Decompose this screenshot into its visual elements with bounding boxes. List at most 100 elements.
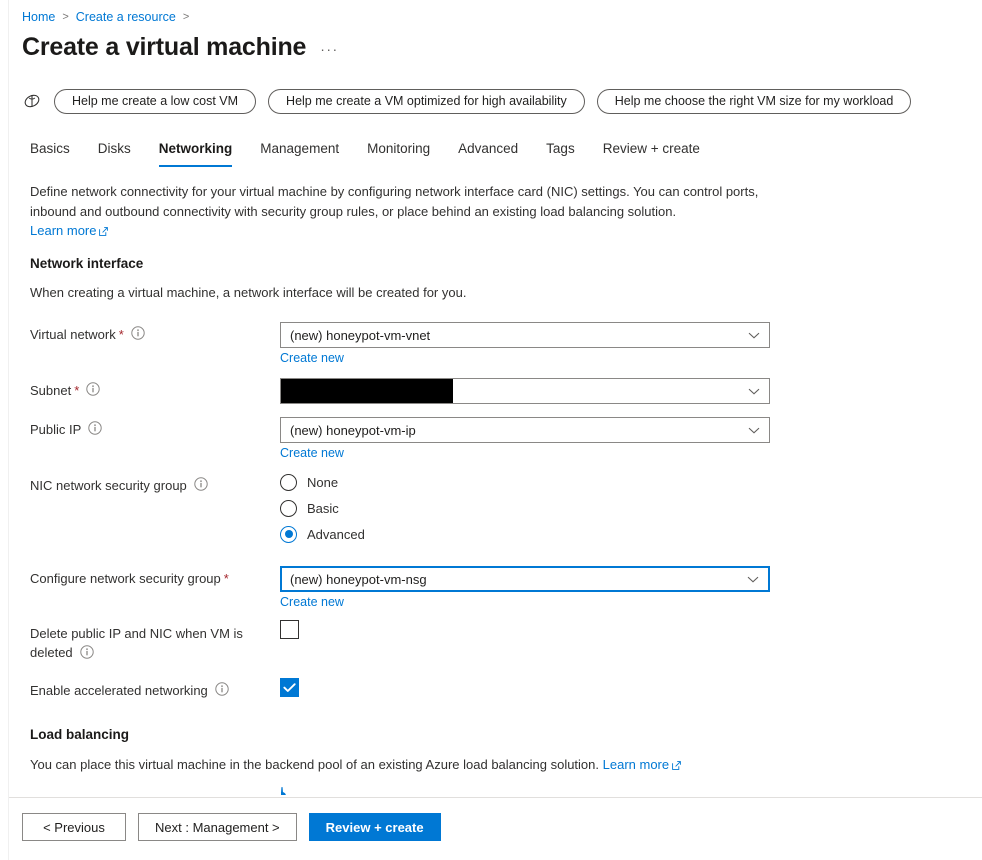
footer-divider <box>9 797 982 798</box>
radio-option-advanced[interactable]: Advanced <box>280 525 775 543</box>
required-asterisk: * <box>74 383 80 398</box>
external-link-icon <box>672 756 681 775</box>
tab-advanced[interactable]: Advanced <box>444 140 532 167</box>
info-icon[interactable] <box>86 382 100 401</box>
field-row-configure-nsg: Configure network security group * (new) … <box>30 566 775 611</box>
create-new-public-ip-link[interactable]: Create new <box>280 446 344 460</box>
radio-button-partially-visible[interactable] <box>281 787 283 795</box>
networking-description: Define network connectivity for your vir… <box>30 182 775 242</box>
nic-nsg-radio-group: None Basic Advanced <box>280 473 775 543</box>
label-configure-network-security-group: Configure network security group * <box>30 566 280 588</box>
create-new-nsg-link[interactable]: Create new <box>280 595 344 609</box>
virtual-network-dropdown[interactable]: (new) honeypot-vm-vnet <box>280 322 770 348</box>
control-nic-nsg: None Basic Advanced <box>280 473 775 543</box>
copilot-pill-low-cost-vm[interactable]: Help me create a low cost VM <box>54 88 257 114</box>
page-header: Create a virtual machine ··· <box>22 32 339 62</box>
tab-disks[interactable]: Disks <box>84 140 145 167</box>
tab-basics[interactable]: Basics <box>22 140 84 167</box>
tab-management[interactable]: Management <box>246 140 353 167</box>
info-icon[interactable] <box>88 421 103 440</box>
radio-label-none: None <box>307 474 339 490</box>
tab-monitoring[interactable]: Monitoring <box>353 140 444 167</box>
section-subtext-load-balancing: You can place this virtual machine in th… <box>30 755 770 775</box>
label-text: Enable accelerated networking <box>30 683 208 698</box>
configure-nsg-dropdown[interactable]: (new) honeypot-vm-nsg <box>280 566 770 592</box>
redaction-bar <box>281 379 453 403</box>
chevron-down-icon <box>748 384 760 399</box>
label-public-ip: Public IP <box>30 417 280 440</box>
public-ip-value: (new) honeypot-vm-ip <box>290 422 416 438</box>
section-heading-network-interface: Network interface <box>30 256 144 271</box>
label-virtual-network: Virtual network * <box>30 322 280 345</box>
label-text: Subnet <box>30 383 72 398</box>
tab-tags[interactable]: Tags <box>532 140 589 167</box>
tab-review-create[interactable]: Review + create <box>589 140 714 167</box>
control-accelerated-networking <box>280 678 775 697</box>
radio-label-advanced: Advanced <box>307 526 365 542</box>
label-nic-network-security-group: NIC network security group <box>30 473 280 496</box>
required-asterisk: * <box>223 571 229 586</box>
section-heading-load-balancing: Load balancing <box>30 727 130 742</box>
control-subnet <box>280 378 775 404</box>
label-enable-accelerated-networking: Enable accelerated networking <box>30 678 280 701</box>
field-row-nic-nsg: NIC network security group None Basic Ad… <box>30 473 775 543</box>
page-title: Create a virtual machine <box>22 33 307 61</box>
previous-button[interactable]: < Previous <box>22 813 126 841</box>
label-text: Virtual network <box>30 327 116 342</box>
control-public-ip: (new) honeypot-vm-ip Create new <box>280 417 775 462</box>
label-text-line-1: Delete public IP and NIC when VM is <box>30 626 243 641</box>
copilot-pill-vm-size[interactable]: Help me choose the right VM size for my … <box>596 88 912 114</box>
label-text: Public IP <box>30 422 82 437</box>
create-new-virtual-network-link[interactable]: Create new <box>280 351 344 365</box>
field-row-public-ip: Public IP (new) honeypot-vm-ip Create ne… <box>30 417 775 462</box>
learn-more-link-load-balancing[interactable]: Learn more <box>603 757 681 772</box>
info-icon[interactable] <box>79 645 94 664</box>
accelerated-networking-checkbox[interactable] <box>280 678 299 697</box>
breadcrumb-item-home[interactable]: Home <box>22 9 55 25</box>
info-icon[interactable] <box>194 477 208 496</box>
learn-more-label: Learn more <box>30 223 97 238</box>
external-link-icon <box>99 222 109 242</box>
radio-label-basic: Basic <box>307 500 339 516</box>
description-line-1: Define network connectivity for your vir… <box>30 184 759 199</box>
label-text: Configure network security group <box>30 571 221 586</box>
label-delete-public-ip-and-nic: Delete public IP and NIC when VM is dele… <box>30 620 280 664</box>
description-line-2: inbound and outbound connectivity with s… <box>30 203 677 219</box>
info-icon[interactable] <box>215 682 229 701</box>
required-asterisk: * <box>118 327 124 342</box>
control-configure-nsg: (new) honeypot-vm-nsg Create new <box>280 566 775 611</box>
breadcrumb-separator-icon: > <box>62 11 69 23</box>
radio-option-none[interactable]: None <box>280 473 775 491</box>
create-vm-page: Home > Create a resource > Create a virt… <box>0 0 982 860</box>
learn-more-link-networking[interactable]: Learn more <box>30 223 109 238</box>
tab-networking[interactable]: Networking <box>145 140 247 167</box>
review-create-button[interactable]: Review + create <box>308 813 441 841</box>
breadcrumb: Home > Create a resource > <box>22 8 196 26</box>
wizard-footer: < Previous Next : Management > Review + … <box>22 812 441 842</box>
left-divider <box>8 0 9 860</box>
public-ip-dropdown[interactable]: (new) honeypot-vm-ip <box>280 417 770 443</box>
chevron-down-icon <box>747 572 759 587</box>
info-icon[interactable] <box>131 326 145 345</box>
control-virtual-network: (new) honeypot-vm-vnet Create new <box>280 322 775 367</box>
subnet-dropdown[interactable] <box>280 378 770 404</box>
delete-public-ip-checkbox[interactable] <box>280 620 299 639</box>
label-text-line-2: deleted <box>30 645 73 660</box>
field-row-accelerated-networking: Enable accelerated networking <box>30 678 775 701</box>
clipped-radio-option[interactable] <box>281 787 298 795</box>
radio-button-advanced[interactable] <box>280 525 297 543</box>
copilot-icon <box>22 91 42 111</box>
next-management-button[interactable]: Next : Management > <box>138 813 297 841</box>
more-options-icon[interactable]: ··· <box>320 41 339 62</box>
radio-button-none[interactable] <box>280 473 297 491</box>
radio-button-basic[interactable] <box>280 499 297 517</box>
label-subnet: Subnet * <box>30 378 280 401</box>
radio-option-basic[interactable]: Basic <box>280 499 775 517</box>
wizard-tabs: Basics Disks Networking Management Monit… <box>22 140 714 170</box>
breadcrumb-item-create-a-resource[interactable]: Create a resource <box>76 9 176 25</box>
copilot-pill-high-availability[interactable]: Help me create a VM optimized for high a… <box>268 88 585 114</box>
field-row-subnet: Subnet * <box>30 378 775 404</box>
breadcrumb-separator-icon: > <box>182 11 190 23</box>
label-text: NIC network security group <box>30 478 187 493</box>
section-subtext-network-interface: When creating a virtual machine, a netwo… <box>30 285 467 300</box>
